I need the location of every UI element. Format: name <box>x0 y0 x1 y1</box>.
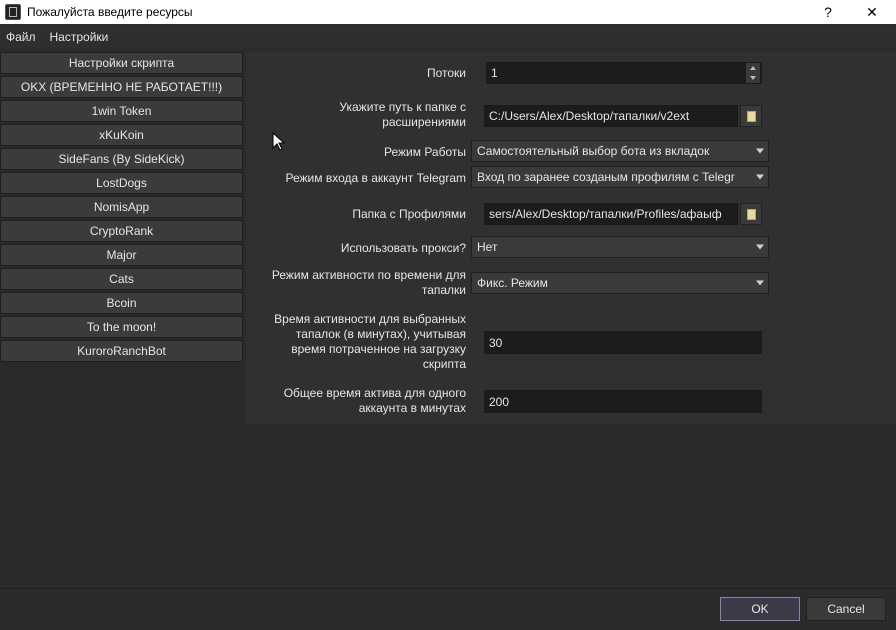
menu-bar: Файл Настройки <box>0 26 896 48</box>
dialog-button-bar: OK Cancel <box>0 588 896 630</box>
folder-icon <box>746 208 756 220</box>
spin-up-icon[interactable] <box>746 63 760 73</box>
sidebar-item-nomisapp[interactable]: NomisApp <box>0 196 243 218</box>
work-mode-label: Режим Работы <box>383 145 466 159</box>
total-time-label: Общее время актива для одного аккаунта в… <box>284 386 466 416</box>
threads-spinbox[interactable]: 1 <box>486 62 762 84</box>
activity-mode-label-line1: Режим активности по времени для <box>271 268 466 282</box>
sidebar: Настройки скрипта OKX (ВРЕМЕННО НЕ РАБОТ… <box>0 52 244 586</box>
use-proxy-select[interactable]: Нет <box>471 236 769 258</box>
threads-value: 1 <box>491 66 498 80</box>
activity-mode-select[interactable]: Фикс. Режим <box>471 272 769 294</box>
menu-settings[interactable]: Настройки <box>44 30 115 44</box>
sidebar-item-to-the-moon[interactable]: To the moon! <box>0 316 243 338</box>
close-button[interactable]: ✕ <box>852 0 892 24</box>
threads-spinner-arrows[interactable] <box>746 63 760 83</box>
sidebar-item-cats[interactable]: Cats <box>0 268 243 290</box>
telegram-login-select[interactable]: Вход по заранее созданым профилям с Tele… <box>471 166 769 188</box>
profiles-folder-label: Папка с Профилями <box>352 207 466 221</box>
sidebar-item-sidefans[interactable]: SideFans (By SideKick) <box>0 148 243 170</box>
sidebar-item-lostdogs[interactable]: LostDogs <box>0 172 243 194</box>
menu-file[interactable]: Файл <box>0 30 42 44</box>
activity-time-label-line3: время потраченное на загрузку <box>291 342 466 356</box>
activity-time-label-line1: Время активности для выбранных <box>274 312 466 326</box>
ok-button[interactable]: OK <box>720 597 800 621</box>
threads-label: Потоки <box>426 66 466 80</box>
activity-mode-value: Фикс. Режим <box>477 276 548 290</box>
telegram-login-label: Режим входа в аккаунт Telegram <box>285 171 467 185</box>
folder-icon <box>746 110 756 122</box>
sidebar-item-xkukoin[interactable]: xKuKoin <box>0 124 243 146</box>
profiles-folder-input[interactable]: sers/Alex/Desktop/тапалки/Profiles/афаыф <box>484 203 738 225</box>
cancel-button[interactable]: Cancel <box>806 597 886 621</box>
activity-time-label: Время активности для выбранных тапалок (… <box>274 312 466 372</box>
sidebar-item-okx[interactable]: OKX (ВРЕМЕННО НЕ РАБОТАЕТ!!!) <box>0 76 243 98</box>
window-title: Пожалуйста введите ресурсы <box>27 5 193 19</box>
mouse-cursor-icon <box>272 132 286 151</box>
help-button[interactable]: ? <box>808 0 848 24</box>
extensions-path-label: Укажите путь к папке с расширениями <box>339 100 466 130</box>
sidebar-item-bcoin[interactable]: Bcoin <box>0 292 243 314</box>
chevron-down-icon <box>756 174 764 180</box>
extensions-path-label-line1: Укажите путь к папке с <box>339 100 466 114</box>
telegram-login-value: Вход по заранее созданым профилям с Tele… <box>477 170 735 184</box>
total-time-label-line1: Общее время актива для одного <box>283 386 466 400</box>
settings-form: Потоки 1 Укажите путь к папке с расширен… <box>246 52 896 424</box>
use-proxy-label: Использовать прокси? <box>340 241 466 255</box>
app-icon <box>5 4 21 20</box>
work-mode-select[interactable]: Самостоятельный выбор бота из вкладок <box>471 140 769 162</box>
spin-down-icon[interactable] <box>746 73 760 83</box>
profiles-browse-button[interactable] <box>740 203 762 225</box>
extensions-browse-button[interactable] <box>740 105 762 127</box>
title-bar: Пожалуйста введите ресурсы ? ✕ <box>0 0 896 24</box>
activity-time-label-line4: скрипта <box>422 357 466 371</box>
work-mode-value: Самостоятельный выбор бота из вкладок <box>477 144 710 158</box>
sidebar-item-script-settings[interactable]: Настройки скрипта <box>0 52 243 74</box>
chevron-down-icon <box>756 280 764 286</box>
activity-mode-label: Режим активности по времени для тапалки <box>272 268 466 298</box>
sidebar-item-cryptorank[interactable]: CryptoRank <box>0 220 243 242</box>
chevron-down-icon <box>756 244 764 250</box>
sidebar-item-1win-token[interactable]: 1win Token <box>0 100 243 122</box>
sidebar-item-kuroroanchbot[interactable]: KuroroRanchBot <box>0 340 243 362</box>
activity-mode-label-line2: тапалки <box>421 283 466 297</box>
extensions-path-input[interactable]: C:/Users/Alex/Desktop/тапалки/v2ext <box>484 105 738 127</box>
total-time-label-line2: аккаунта в минутах <box>358 401 466 415</box>
use-proxy-value: Нет <box>477 240 498 254</box>
total-time-input[interactable]: 200 <box>484 390 762 413</box>
chevron-down-icon <box>756 148 764 154</box>
extensions-path-label-line2: расширениями <box>382 115 466 129</box>
activity-time-input[interactable]: 30 <box>484 331 762 354</box>
activity-time-label-line2: тапалок (в минутах), учитывая <box>295 327 466 341</box>
sidebar-item-major[interactable]: Major <box>0 244 243 266</box>
settings-panel: Потоки 1 Укажите путь к папке с расширен… <box>246 52 896 586</box>
